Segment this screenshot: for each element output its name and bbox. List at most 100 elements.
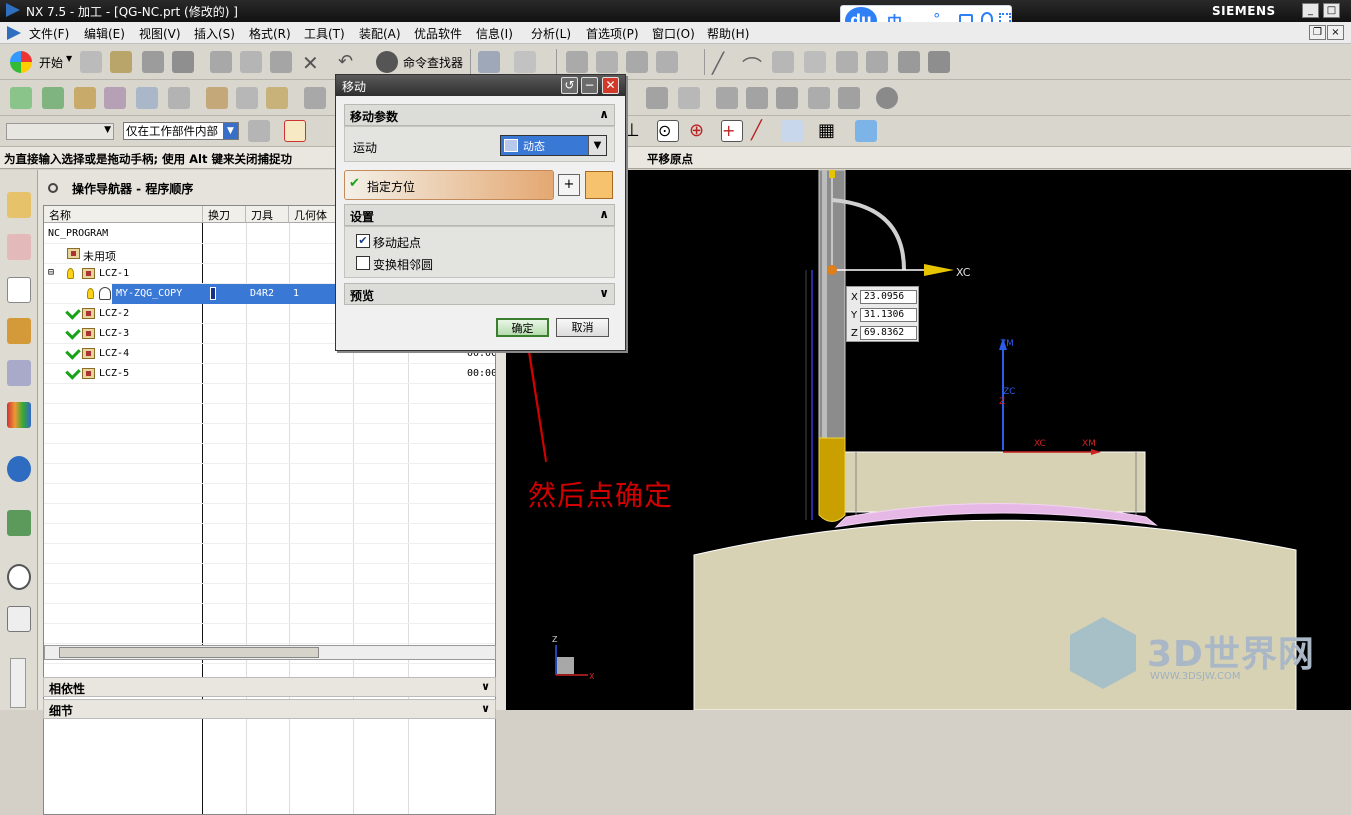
transform-neighbors-checkbox[interactable] <box>356 256 370 270</box>
datum-icon[interactable] <box>566 51 588 73</box>
menu-info[interactable]: 信息(I) <box>476 25 513 42</box>
generate-path-icon[interactable] <box>168 87 190 109</box>
chevron-down-icon[interactable]: ∨ <box>481 680 490 693</box>
create-method-icon[interactable] <box>104 87 126 109</box>
menu-analysis[interactable]: 分析(L) <box>531 25 571 42</box>
snap-point-icon[interactable] <box>284 120 306 142</box>
undo-icon[interactable]: ↶ <box>338 51 360 73</box>
point-on-face-icon[interactable] <box>781 120 803 142</box>
move-origin-checkbox[interactable]: ✔ <box>356 234 370 248</box>
web-browser-icon[interactable] <box>7 510 31 536</box>
csys-dialog-icon[interactable] <box>585 171 613 199</box>
start-dropdown-icon[interactable]: ▼ <box>66 54 72 63</box>
tool-library-icon[interactable] <box>7 318 31 344</box>
point-dialog-icon[interactable]: + <box>558 174 580 196</box>
constraint-nav-icon[interactable] <box>7 234 31 260</box>
ok-button[interactable]: 确定 <box>496 318 549 337</box>
col-tool[interactable]: 刀具 <box>246 206 289 223</box>
command-finder-button[interactable]: 命令查找器 <box>403 54 463 71</box>
menu-window[interactable]: 窗口(O) <box>652 25 695 42</box>
specify-orientation-row[interactable]: ✔ 指定方位 <box>344 170 554 200</box>
preview-section-header[interactable]: 预览 ∨ <box>344 283 615 305</box>
menu-plugin[interactable]: 优品软件 <box>414 25 462 42</box>
spline-icon[interactable] <box>656 51 678 73</box>
minimize-button[interactable]: _ <box>1302 3 1319 18</box>
menu-edit[interactable]: 编辑(E) <box>84 25 125 42</box>
app-menu-icon[interactable] <box>7 26 21 40</box>
settings-section-header[interactable]: 设置 ∧ <box>344 204 615 226</box>
cancel-button[interactable]: 取消 <box>556 318 609 337</box>
paste-icon[interactable] <box>270 51 292 73</box>
z-coordinate-field[interactable]: 69.8362 <box>860 326 917 340</box>
close-icon[interactable]: ✕ <box>602 77 619 94</box>
chevron-down-icon[interactable]: ∨ <box>599 286 609 300</box>
shop-doc-icon[interactable] <box>304 87 326 109</box>
menu-file[interactable]: 文件(F) <box>29 25 69 42</box>
assembly-nav-icon[interactable] <box>7 192 31 218</box>
dependency-section[interactable]: 相依性 ∨ <box>43 677 496 697</box>
line-icon[interactable]: ╱ <box>712 51 734 75</box>
scrollbar-thumb[interactable] <box>59 647 319 658</box>
select-filter-icon[interactable] <box>248 120 270 142</box>
collapse-dialog-icon[interactable]: − <box>581 77 598 94</box>
chevron-up-icon[interactable]: ∧ <box>599 107 609 121</box>
filter-icon[interactable] <box>646 87 668 109</box>
dialog-titlebar[interactable]: 移动 ↺ − ✕ <box>336 75 625 96</box>
collapse-icon[interactable]: ⊟ <box>48 267 54 278</box>
cut-icon[interactable] <box>210 51 232 73</box>
type-filter-select[interactable]: ▼ <box>6 123 114 140</box>
motion-select[interactable]: 动态 ▼ <box>500 135 607 156</box>
verify-icon[interactable] <box>206 87 228 109</box>
view-icon-2[interactable] <box>746 87 768 109</box>
offset-icon[interactable] <box>836 51 858 73</box>
view-icon-1[interactable] <box>716 87 738 109</box>
new-icon[interactable] <box>80 51 102 73</box>
copy-icon[interactable] <box>240 51 262 73</box>
menu-insert[interactable]: 插入(S) <box>194 25 235 42</box>
postprocess-icon[interactable] <box>266 87 288 109</box>
solid-icon[interactable] <box>928 51 950 73</box>
shape-icon[interactable] <box>804 51 826 73</box>
y-coordinate-field[interactable]: 31.1306 <box>860 308 917 322</box>
trim-icon[interactable] <box>866 51 888 73</box>
snap-icon[interactable] <box>478 51 500 73</box>
list-icon[interactable] <box>678 87 700 109</box>
menu-tools[interactable]: 工具(T) <box>304 25 345 42</box>
extrude-icon[interactable] <box>898 51 920 73</box>
point-icon[interactable] <box>596 51 618 73</box>
roles-icon[interactable] <box>7 606 31 632</box>
doc-restore-button[interactable]: ❐ <box>1309 25 1326 40</box>
menu-preferences[interactable]: 首选项(P) <box>586 25 639 42</box>
open-icon[interactable] <box>110 51 132 73</box>
create-geometry-icon[interactable] <box>74 87 96 109</box>
delete-icon[interactable]: ✕ <box>302 51 324 75</box>
maximize-button[interactable]: □ <box>1323 3 1340 18</box>
chevron-down-icon[interactable]: ▼ <box>223 123 238 139</box>
machine-nav-icon[interactable] <box>7 360 31 386</box>
table-row[interactable]: LCZ-5 00:00 <box>44 364 495 384</box>
arc-center-icon[interactable]: ⊙ <box>657 120 679 142</box>
simulate-icon[interactable] <box>236 87 258 109</box>
palette-icon[interactable] <box>7 402 31 428</box>
menu-assembly[interactable]: 装配(A) <box>359 25 401 42</box>
params-section-header[interactable]: 移动参数 ∧ <box>344 104 615 126</box>
start-icon[interactable] <box>10 51 32 73</box>
operation-nav-icon[interactable] <box>7 277 31 303</box>
chevron-down-icon[interactable]: ▼ <box>588 136 606 155</box>
save-icon[interactable] <box>142 51 164 73</box>
menu-view[interactable]: 视图(V) <box>139 25 181 42</box>
x-coordinate-field[interactable]: 23.0956 <box>860 290 917 304</box>
intersection-icon[interactable]: ⊥ <box>624 120 646 142</box>
reset-icon[interactable]: ↺ <box>561 77 578 94</box>
create-tool-icon[interactable] <box>42 87 64 109</box>
doc-close-button[interactable]: × <box>1327 25 1344 40</box>
grid-icon[interactable]: ▦ <box>818 120 840 142</box>
view-icon-5[interactable] <box>838 87 860 109</box>
print-icon[interactable] <box>172 51 194 73</box>
col-tool-change[interactable]: 换刀 <box>203 206 246 223</box>
info-icon[interactable] <box>7 456 31 482</box>
info-list-icon[interactable] <box>514 51 536 73</box>
chevron-up-icon[interactable]: ∧ <box>599 207 609 221</box>
selection-scope-select[interactable]: 仅在工作部件内部 ▼ <box>123 122 239 140</box>
menu-help[interactable]: 帮助(H) <box>707 25 749 42</box>
